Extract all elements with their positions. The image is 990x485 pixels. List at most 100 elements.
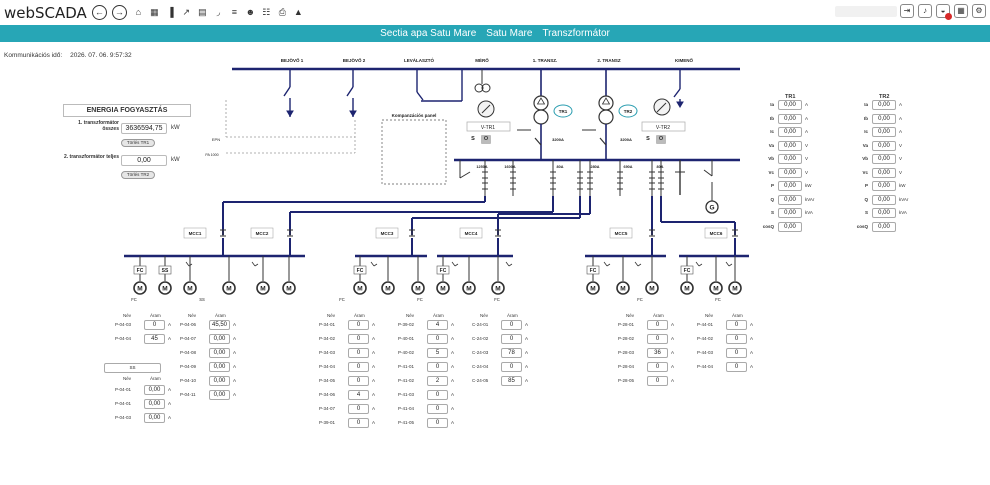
breadcrumb-item-site[interactable]: Sectia apa Satu Mare — [380, 28, 476, 39]
feeder-switch-icon — [508, 263, 513, 267]
mcc3_a-unit: A — [372, 336, 376, 341]
right-buttons: ⇥ ♪ ◒ ▦ ⚙ — [900, 4, 986, 20]
tr1_table-unit: A — [805, 129, 809, 134]
mcc5-unit: A — [671, 378, 675, 383]
mcc6-unit: A — [750, 322, 754, 327]
grid-icon[interactable]: ▦ — [954, 4, 968, 18]
mcc3_b-unit: A — [451, 364, 455, 369]
tr2_table-label: P — [864, 183, 868, 188]
motor-label: M — [440, 285, 445, 292]
breadcrumb: Sectia apa Satu Mare Satu Mare Transzfor… — [0, 25, 990, 42]
mcc4-header-name: Név — [480, 313, 489, 318]
mcc3_b-header-name: Név — [406, 313, 415, 318]
communication-time: Kommunikációs idő: 2026. 07. 06. 9:57:32 — [4, 52, 132, 59]
energy-title: ENERGIA FOGYASZTÁS — [63, 104, 191, 117]
drive-section-label: FC — [131, 297, 137, 302]
mcc3_a-unit: A — [372, 420, 376, 425]
vtr2-o-button[interactable]: O — [656, 135, 666, 144]
bell-icon[interactable]: ◒ — [936, 4, 952, 20]
mcc3_b-current: 4 — [427, 320, 448, 330]
calendar-icon[interactable]: ▦ — [149, 8, 160, 17]
print-icon[interactable]: ⎙ — [277, 8, 288, 17]
breadcrumb-item-city[interactable]: Satu Mare — [486, 28, 532, 39]
tr2_table-unit: V — [899, 142, 903, 148]
comm-label: Kommunikációs idő: — [4, 52, 63, 59]
mcc3_b-name: P-39-02 — [398, 322, 415, 327]
feeder-label-1: BEJÖVŐ 2 — [343, 57, 366, 63]
sitemap-icon[interactable]: ☷ — [261, 8, 272, 17]
mcc3_a-current: 4 — [348, 390, 369, 400]
tr2_table-label: Ib — [864, 115, 868, 121]
mcc6-current: 0 — [726, 362, 747, 372]
vtr1-o-button[interactable]: O — [481, 135, 491, 144]
motor-label: M — [684, 285, 689, 292]
mcc3_b-current: 0 — [427, 390, 448, 400]
mcc5-unit: A — [671, 336, 675, 341]
mcc1_ss-header-current: Áram — [215, 313, 226, 318]
drive-tag-fc: FC — [684, 268, 691, 274]
clear-tr2-button[interactable]: Törlés TR2 — [121, 171, 155, 179]
motor-label: M — [713, 285, 718, 292]
mcc1_fc-name: P-04-04 — [115, 336, 132, 341]
tr1_table-label: Ib — [770, 115, 774, 121]
mcc6-name: P-44-03 — [697, 350, 714, 355]
clear-tr1-button[interactable]: Törlés TR1 — [121, 139, 155, 147]
volume-icon[interactable]: ♪ — [918, 4, 932, 18]
users-icon[interactable]: ☻ — [245, 8, 256, 17]
line-chart-icon[interactable]: ↗ — [181, 8, 192, 17]
lv-amp-label: 80A — [557, 165, 564, 169]
drive-tag-fc: FC — [137, 268, 144, 274]
arrow-left-icon[interactable]: ← — [91, 5, 107, 20]
logout-icon[interactable]: ⇥ — [900, 4, 914, 18]
tr1_table-value: 0,00 — [778, 127, 802, 137]
app-logo[interactable]: webSCADA — [4, 4, 87, 22]
gear-icon[interactable]: ⚙ — [972, 4, 986, 18]
tr1_table-value: 0,00 — [778, 154, 802, 164]
warning-icon[interactable]: ▲ — [293, 8, 304, 17]
mcc3_a-unit: A — [372, 392, 376, 397]
tr1_table-label: Ia — [770, 102, 774, 107]
mcc3_b-name: P-41-02 — [398, 378, 415, 383]
mcc4-name: C-24-04 — [472, 364, 489, 369]
tr2_table-label: Ia — [864, 102, 868, 107]
drive-section-label: SS — [199, 297, 205, 302]
motor-label: M — [620, 285, 625, 292]
alarm-badge — [945, 13, 952, 20]
mcc3_b-current: 2 — [427, 376, 448, 386]
table-icon[interactable]: ▤ — [197, 8, 208, 17]
home-icon[interactable]: ⌂ — [133, 8, 144, 17]
vtr2-s-button[interactable]: S — [643, 135, 653, 144]
mcc4-name: C-24-01 — [472, 322, 489, 327]
mcc1_ss-current: 0,00 — [209, 362, 230, 372]
drive-section-label: FC — [339, 297, 345, 302]
tr1_table-unit: kW — [805, 183, 812, 188]
arrow-right-icon[interactable]: → — [111, 5, 127, 20]
mcc3_a-name: P-34-03 — [319, 350, 336, 355]
chart-icon[interactable]: ▐ — [165, 8, 176, 17]
mcc3_a-unit: A — [372, 364, 376, 369]
vtr1-s-button[interactable]: S — [468, 135, 478, 144]
drive-section-label: FC — [715, 297, 721, 302]
mcc-label-1: MCC1 — [189, 231, 202, 236]
mcc1_fc-current: 45 — [144, 334, 165, 344]
mcc5-unit: A — [671, 322, 675, 327]
tr2_table-label: Va — [862, 142, 868, 148]
mcc1_ss-unit: A — [233, 392, 237, 397]
mcc2_ss-name: P-04-03 — [115, 415, 132, 420]
mcc6-unit: A — [750, 336, 754, 341]
motor-label: M — [187, 285, 192, 292]
mcc3_a-current: 0 — [348, 404, 369, 414]
tr2_table-value: 0,00 — [872, 100, 896, 110]
gen-switch — [703, 169, 713, 177]
rss-icon[interactable]: ◞ — [213, 8, 224, 17]
mcc3_a-unit: A — [372, 378, 376, 383]
energy-row2-unit: kW — [171, 157, 180, 163]
mcc3_a-header-current: Áram — [354, 313, 365, 318]
bars-icon[interactable]: ≡ — [229, 8, 240, 17]
isolator-switch — [416, 91, 424, 101]
mcc3_b-header-current: Áram — [433, 313, 444, 318]
status-strip — [835, 6, 897, 17]
mcc3_b-unit: A — [451, 350, 455, 355]
mcc6-current: 0 — [726, 334, 747, 344]
tr2_table-value: 0,00 — [872, 181, 896, 191]
